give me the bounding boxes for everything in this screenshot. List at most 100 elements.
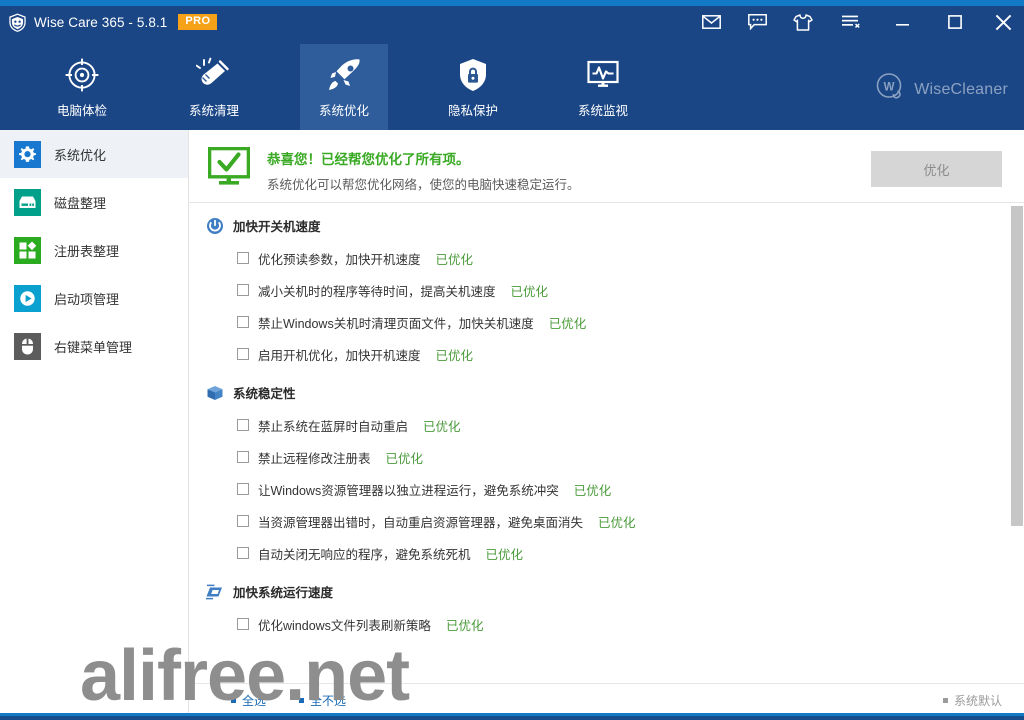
monitor-check-icon (207, 146, 251, 192)
mail-icon[interactable] (693, 8, 729, 36)
minimize-button[interactable] (879, 0, 925, 44)
option-status: 已优化 (385, 451, 424, 466)
option-checkbox[interactable] (237, 515, 249, 527)
nav-tab-optimize[interactable]: 系统优化 (300, 44, 388, 130)
nav-tab-monitor[interactable]: 系统监视 (559, 44, 647, 130)
select-none-link[interactable]: 全不选 (299, 692, 346, 709)
option-row[interactable]: 当资源管理器出错时，自动重启资源管理器，避免桌面消失 已优化 (189, 505, 1000, 537)
option-checkbox[interactable] (237, 618, 249, 630)
option-label: 优化windows文件列表刷新策略 (258, 618, 431, 633)
options-scroll-area: 加快开关机速度 优化预读参数，加快开机速度 已优化 减小关机时的程序等待时间，提… (189, 203, 1024, 641)
sidebar-item-system-optimize[interactable]: 系统优化 (0, 130, 188, 178)
menu-icon[interactable] (833, 8, 869, 36)
sidebar-item-registry-clean[interactable]: 注册表整理 (0, 226, 188, 274)
select-all-link[interactable]: 全选 (231, 692, 266, 709)
nav-tab-label: 系统监视 (577, 103, 628, 118)
brand-name: WiseCleaner (914, 80, 1008, 98)
section-header: 系统稳定性 (189, 370, 1000, 409)
option-row[interactable]: 禁止远程修改注册表 已优化 (189, 441, 1000, 473)
option-row[interactable]: 禁止Windows关机时清理页面文件，加快关机速度 已优化 (189, 306, 1000, 338)
option-checkbox[interactable] (237, 348, 249, 360)
maximize-button[interactable] (932, 0, 978, 44)
sidebar-item-label: 系统优化 (54, 147, 107, 163)
option-row[interactable]: 优化windows文件列表刷新策略 已优化 (189, 608, 1000, 640)
title-bar-accent-strip (0, 0, 1024, 6)
option-label: 当资源管理器出错时，自动重启资源管理器，避免桌面消失 (258, 515, 584, 530)
sidebar-item-label: 启动项管理 (54, 291, 120, 307)
select-all-label: 全选 (242, 694, 267, 708)
title-bar-brand: Wise Care 365 - 5.8.1 PRO (8, 8, 218, 36)
scrollbar-thumb[interactable] (1011, 206, 1023, 526)
banner-title: 恭喜您！已经帮您优化了所有项。 (267, 152, 470, 167)
status-banner: 恭喜您！已经帮您优化了所有项。 系统优化可以帮您优化网络，使您的电脑快速稳定运行… (189, 130, 1024, 203)
option-checkbox[interactable] (237, 284, 249, 296)
nav-tab-privacy[interactable]: 隐私保护 (429, 44, 517, 130)
main-nav-bar: 电脑体检 系统清理 系统优化 隐私保护 系统监视 W WiseCleaner (0, 44, 1024, 130)
option-checkbox[interactable] (237, 483, 249, 495)
power-icon (205, 216, 224, 235)
nav-tab-label: 隐私保护 (447, 103, 498, 118)
feedback-icon[interactable] (739, 8, 775, 36)
select-none-label: 全不选 (310, 694, 347, 708)
checkup-icon (64, 56, 100, 94)
option-row[interactable]: 自动关闭无响应的程序，避免系统死机 已优化 (189, 537, 1000, 569)
sidebar-item-disk-defrag[interactable]: 磁盘整理 (0, 178, 188, 226)
disk-icon (14, 188, 41, 216)
nav-tab-label: 电脑体检 (56, 103, 107, 118)
bottom-bar: 全选 全不选 系统默认 (189, 683, 1024, 713)
scrollbar-track[interactable] (1010, 203, 1024, 641)
option-status: 已优化 (598, 515, 636, 530)
option-checkbox[interactable] (237, 419, 249, 431)
option-label: 启用开机优化，加快开机速度 (258, 348, 421, 363)
banner-subtitle: 系统优化可以帮您优化网络，使您的电脑快速稳定运行。 (267, 178, 580, 192)
option-checkbox[interactable] (237, 252, 249, 264)
box-icon (205, 383, 224, 402)
option-status: 已优化 (573, 483, 612, 498)
option-checkbox[interactable] (237, 316, 249, 328)
sidebar: 系统优化 磁盘整理 注册表整理 启动项管理 右键菜单管理 (0, 130, 189, 713)
wise-care-365-window: Wise Care 365 - 5.8.1 PRO 电脑体检 系统清理 系统优化… (0, 0, 1024, 720)
option-label: 禁止系统在蓝屏时自动重启 (258, 419, 409, 434)
app-title: Wise Care 365 - 5.8.1 (34, 14, 168, 30)
option-row[interactable]: 减小关机时的程序等待时间，提高关机速度 已优化 (189, 274, 1000, 306)
sidebar-item-context-menu-manager[interactable]: 右键菜单管理 (0, 322, 188, 370)
bullet-icon (231, 698, 236, 703)
startup-icon (14, 284, 41, 312)
option-status: 已优化 (445, 618, 484, 633)
option-checkbox[interactable] (237, 547, 249, 559)
close-button[interactable] (980, 0, 1024, 44)
system-default-link[interactable]: 系统默认 (942, 692, 1002, 709)
option-status: 已优化 (548, 316, 587, 331)
sidebar-item-label: 右键菜单管理 (54, 339, 133, 355)
bullet-icon (942, 698, 948, 703)
pro-badge: PRO (178, 14, 218, 30)
option-row[interactable]: 启用开机优化，加快开机速度 已优化 (189, 338, 1000, 370)
option-label: 减小关机时的程序等待时间，提高关机速度 (258, 284, 496, 299)
sidebar-item-startup-manager[interactable]: 启动项管理 (0, 274, 188, 322)
svg-text:W: W (884, 82, 895, 94)
option-status: 已优化 (510, 284, 549, 299)
clean-icon (196, 56, 232, 94)
nav-tab-label: 系统优化 (318, 103, 369, 118)
option-row[interactable]: 优化预读参数，加快开机速度 已优化 (189, 242, 1000, 274)
shield-lock-icon (455, 56, 491, 94)
section-header: 加快系统运行速度 (189, 569, 1000, 608)
option-label: 优化预读参数，加快开机速度 (258, 252, 421, 267)
option-row[interactable]: 加快任务栏窗口预览显示速度 已优化 (189, 640, 1000, 641)
option-status: 已优化 (423, 419, 461, 434)
wisecleaner-logo-icon: W (875, 72, 905, 107)
gear-icon (14, 140, 41, 168)
option-status: 已优化 (435, 348, 474, 363)
optimize-button[interactable]: 优化 (871, 151, 1002, 187)
bullet-icon (299, 698, 304, 703)
nav-tab-clean[interactable]: 系统清理 (170, 44, 258, 130)
option-row[interactable]: 让Windows资源管理器以独立进程运行，避免系统冲突 已优化 (189, 473, 1000, 505)
speed-icon (205, 582, 224, 601)
skin-icon[interactable] (785, 8, 821, 36)
nav-tab-checkup[interactable]: 电脑体检 (38, 44, 126, 130)
option-row[interactable]: 禁止系统在蓝屏时自动重启 已优化 (189, 409, 1000, 441)
monitor-pulse-icon (585, 56, 621, 94)
content-area: 恭喜您！已经帮您优化了所有项。 系统优化可以帮您优化网络，使您的电脑快速稳定运行… (189, 130, 1024, 713)
option-label: 自动关闭无响应的程序，避免系统死机 (258, 547, 471, 562)
option-checkbox[interactable] (237, 451, 249, 463)
